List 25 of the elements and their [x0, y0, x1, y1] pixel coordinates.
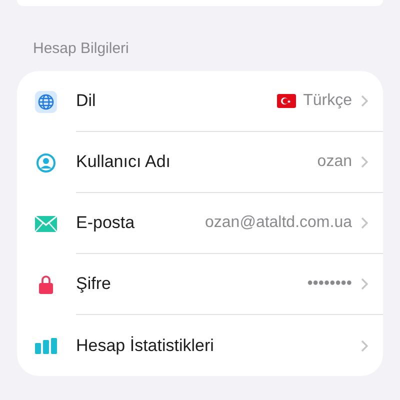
- chevron-icon: [361, 217, 368, 229]
- person-icon: [36, 152, 56, 172]
- bar-chart-icon: [35, 338, 57, 354]
- row-value: ozan@ataltd.com.ua: [205, 213, 352, 233]
- row-label: Şifre: [76, 273, 112, 296]
- settings-row[interactable]: E-posta ozan@ataltd.com.ua: [17, 193, 383, 254]
- row-label: Kullanıcı Adı: [76, 151, 172, 174]
- row-value: ozan: [317, 152, 352, 172]
- row-label: Hesap İstatistikleri: [76, 334, 215, 357]
- row-label: E-posta: [76, 212, 136, 234]
- chevron-icon: [361, 278, 368, 290]
- section-title: Hesap Bilgileri: [33, 40, 129, 57]
- settings-row[interactable]: Kullanıcı Adı ozan: [17, 132, 383, 193]
- globe-icon: [35, 90, 57, 112]
- settings-row[interactable]: Şifre ••••••••: [17, 254, 383, 315]
- mail-icon: [35, 216, 57, 232]
- settings-row[interactable]: Hesap İstatistikleri: [17, 315, 383, 376]
- chevron-icon: [361, 95, 368, 107]
- chevron-icon: [361, 340, 368, 352]
- lock-icon: [39, 275, 53, 294]
- row-value: ••••••••: [307, 274, 352, 294]
- row-label: Dil: [76, 90, 97, 112]
- settings-row[interactable]: Dil Türkçe: [17, 71, 383, 132]
- row-value: Türkçe: [303, 91, 352, 111]
- chevron-icon: [361, 156, 368, 168]
